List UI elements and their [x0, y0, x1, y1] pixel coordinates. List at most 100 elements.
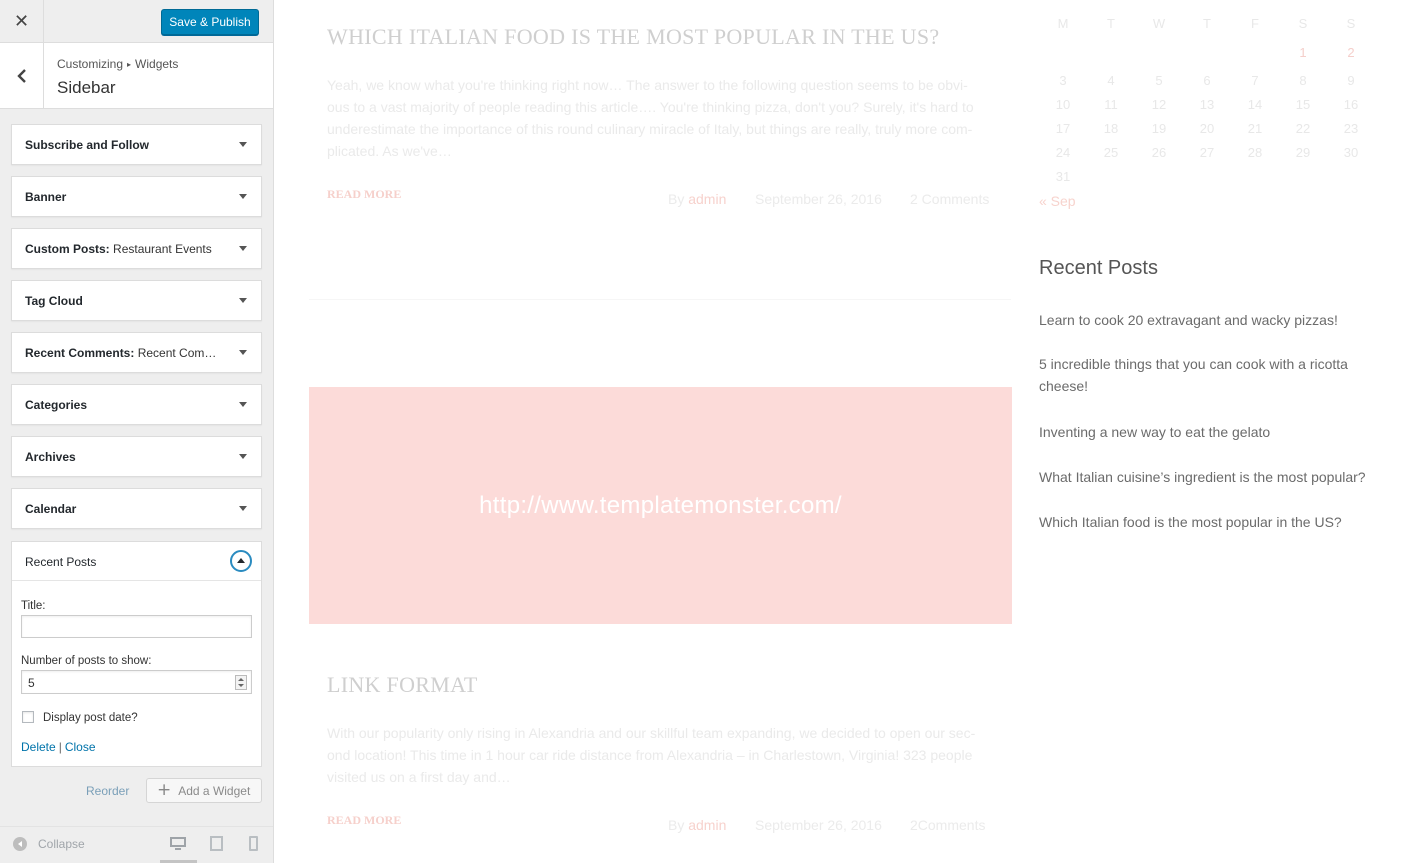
add-widget-label: Add a Widget — [178, 783, 251, 798]
calendar-day: 5 — [1155, 73, 1163, 88]
delete-link[interactable]: Delete — [21, 740, 56, 754]
widget-recent-posts-header[interactable]: Recent Posts — [12, 542, 261, 581]
save-publish-button[interactable]: Save & Publish — [161, 9, 259, 35]
collapse-icon[interactable] — [13, 837, 27, 851]
read-more-link[interactable]: READ MORE — [327, 813, 401, 828]
post-count-input[interactable]: 5 — [21, 670, 252, 694]
plus-icon: + — [157, 780, 172, 800]
excerpt-line: plicated. As we've… — [327, 143, 452, 159]
widget-recent-comments[interactable]: Recent Comments: Recent Com… — [11, 332, 262, 373]
widget-name: Archives — [25, 450, 76, 464]
calendar-day: 25 — [1103, 145, 1119, 160]
widget-subtitle: Restaurant Events — [113, 242, 212, 256]
recent-post-link[interactable]: What Italian cuisine’s ingredient is the… — [1039, 466, 1379, 488]
reorder-link[interactable]: Reorder — [86, 784, 129, 798]
number-spinner[interactable] — [235, 675, 247, 690]
display-date-label: Display post date? — [43, 712, 138, 724]
link-format-block[interactable]: http://www.templatemonster.com/ — [309, 387, 1012, 624]
breadcrumb-root: Customizing — [57, 57, 124, 71]
widget-recent-posts: Recent Posts Title: Number of posts to s… — [11, 541, 262, 767]
post-count-label: Number of posts to show: — [21, 655, 152, 667]
widget-tag-cloud[interactable]: Tag Cloud — [11, 280, 262, 321]
calendar-day: 8 — [1299, 73, 1307, 88]
widget-calendar[interactable]: Calendar — [11, 488, 262, 529]
display-date-checkbox[interactable] — [22, 711, 34, 723]
recent-post-link[interactable]: 5 incredible things that you can cook wi… — [1039, 353, 1379, 397]
collapse-arrow-icon[interactable] — [230, 550, 252, 572]
post-divider — [309, 299, 1011, 300]
section-title: Sidebar — [57, 78, 116, 97]
expand-arrow-icon[interactable] — [239, 142, 247, 147]
post-excerpt: With our popularity only rising in Alexa… — [327, 722, 992, 788]
recent-post-link[interactable]: Learn to cook 20 extravagant and wacky p… — [1039, 309, 1379, 331]
back-arrow-icon[interactable] — [0, 43, 44, 108]
calendar-day: 23 — [1343, 121, 1359, 136]
calendar-day: 24 — [1055, 145, 1071, 160]
widget-actions: Delete | Close — [21, 740, 96, 754]
close-icon[interactable]: ✕ — [0, 0, 44, 43]
calendar-day: 31 — [1055, 169, 1071, 184]
calendar-day[interactable]: 1 — [1279, 45, 1327, 60]
comments-link[interactable]: 2 Comments — [910, 191, 989, 207]
calendar-day: 26 — [1151, 145, 1167, 160]
calendar-day: 6 — [1203, 73, 1211, 88]
close-link[interactable]: Close — [65, 740, 96, 754]
post-count-value: 5 — [28, 676, 35, 690]
title-input[interactable] — [21, 615, 252, 638]
calendar-day: 27 — [1199, 145, 1215, 160]
calendar-weekday: S — [1298, 16, 1308, 31]
calendar-day: 28 — [1247, 145, 1263, 160]
widget-name: Subscribe and Follow — [25, 138, 150, 152]
tablet-preview-icon[interactable] — [209, 836, 225, 851]
mobile-preview-icon[interactable] — [249, 836, 265, 851]
expand-arrow-icon[interactable] — [239, 194, 247, 199]
calendar-day: 10 — [1055, 97, 1071, 112]
expand-arrow-icon[interactable] — [239, 246, 247, 251]
section-header: Customizing ▸ Widgets Sidebar — [0, 43, 273, 109]
expand-arrow-icon[interactable] — [239, 454, 247, 459]
title-label: Title: — [21, 600, 46, 612]
expand-arrow-icon[interactable] — [239, 506, 247, 511]
author-link[interactable]: admin — [688, 191, 726, 207]
widget-subscribe-and-follow[interactable]: Subscribe and Follow — [11, 124, 262, 165]
excerpt-line: With our popularity only rising in Alexa… — [327, 725, 976, 741]
widget-name: Tag Cloud — [25, 294, 83, 308]
calendar-day: 11 — [1104, 97, 1118, 112]
comments-link[interactable]: 2Comments — [910, 817, 985, 833]
expand-arrow-icon[interactable] — [239, 402, 247, 407]
separator: | — [58, 740, 62, 754]
widget-custom-posts[interactable]: Custom Posts: Restaurant Events — [11, 228, 262, 269]
calendar-day: 7 — [1251, 73, 1259, 88]
calendar-day[interactable]: 2 — [1327, 45, 1375, 60]
calendar-weekday: T — [1203, 16, 1211, 31]
calendar-weekday: T — [1107, 16, 1115, 31]
collapse-label[interactable]: Collapse — [38, 837, 85, 851]
site-preview: WHICH ITALIAN FOOD IS THE MOST POPULAR I… — [274, 0, 1411, 863]
calendar-day: 18 — [1103, 121, 1119, 136]
recent-post-link[interactable]: Which Italian food is the most popular i… — [1039, 511, 1379, 533]
calendar-day: 3 — [1059, 73, 1067, 88]
post-title[interactable]: WHICH ITALIAN FOOD IS THE MOST POPULAR I… — [327, 24, 939, 50]
excerpt-line: underestimate the importance of this rou… — [327, 121, 973, 137]
recent-post-link[interactable]: Inventing a new way to eat the gelato — [1039, 421, 1379, 443]
post-author: By admin — [668, 191, 726, 207]
widget-banner[interactable]: Banner — [11, 176, 262, 217]
calendar-weekday: F — [1251, 16, 1259, 31]
widget-name: Categories — [25, 398, 88, 412]
author-link[interactable]: admin — [688, 817, 726, 833]
link-url[interactable]: http://www.templatemonster.com/ — [479, 492, 842, 520]
excerpt-line: ond location! This time in 1 hour car ri… — [327, 747, 973, 763]
desktop-preview-icon[interactable] — [170, 836, 186, 851]
calendar-day: 16 — [1343, 97, 1359, 112]
post-title[interactable]: LINK FORMAT — [327, 672, 478, 698]
widget-name: Recent Comments: — [25, 346, 135, 360]
breadcrumb: Customizing ▸ Widgets — [57, 57, 178, 71]
calendar-prev-link[interactable]: « Sep — [1039, 193, 1076, 209]
widget-archives[interactable]: Archives — [11, 436, 262, 477]
read-more-link[interactable]: READ MORE — [327, 187, 401, 202]
expand-arrow-icon[interactable] — [239, 350, 247, 355]
expand-arrow-icon[interactable] — [239, 298, 247, 303]
calendar-day: 13 — [1199, 97, 1215, 112]
add-widget-button[interactable]: + Add a Widget — [146, 778, 262, 803]
widget-categories[interactable]: Categories — [11, 384, 262, 425]
